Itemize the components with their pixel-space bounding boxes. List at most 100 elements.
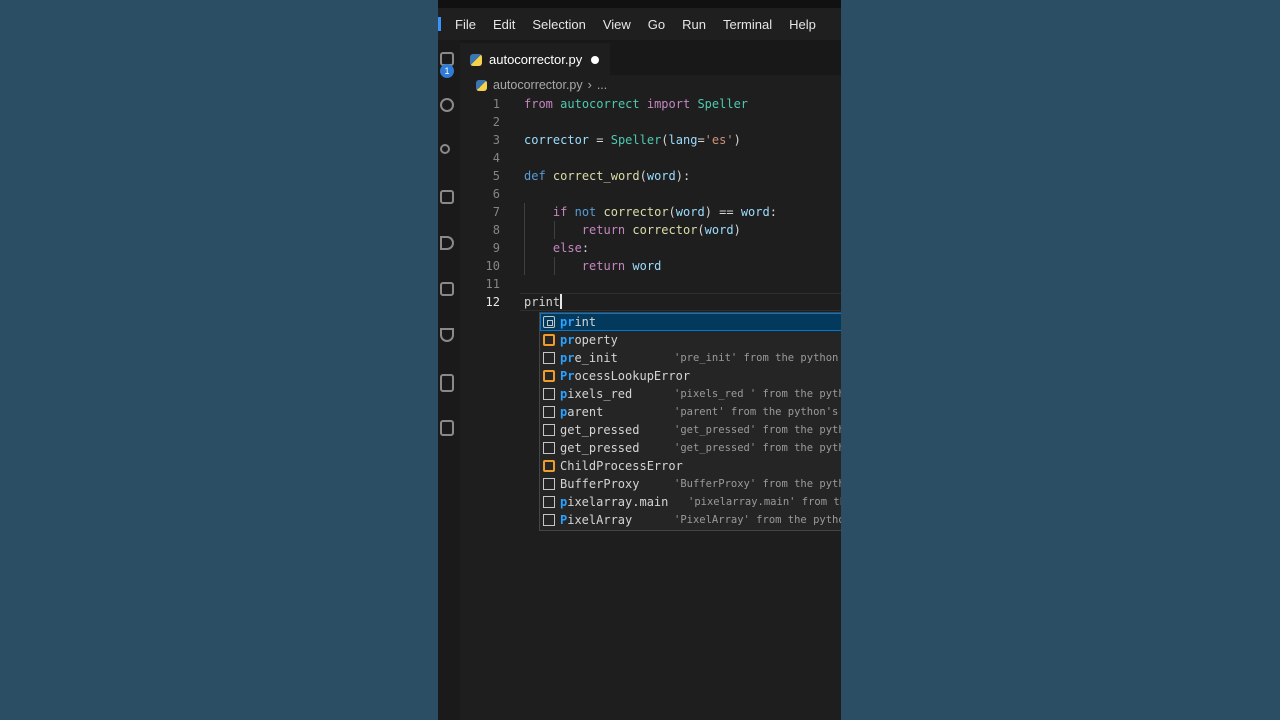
code-text: if not corrector(word) == word: bbox=[552, 205, 777, 219]
code-line[interactable]: 12 print bbox=[460, 293, 841, 311]
autocomplete-suggestions: print property pre_init 'pre_init' from the… bbox=[539, 312, 841, 531]
suggestion-item[interactable]: BufferProxy 'BufferProxy' from the pytho bbox=[540, 475, 841, 493]
suggestion-item[interactable]: get_pressed 'get_pressed' from the pytho bbox=[540, 439, 841, 457]
suggestion-detail: 'get_pressed' from the pytho bbox=[674, 424, 841, 436]
code-line[interactable]: 3 corrector = Speller(lang='es') bbox=[460, 131, 841, 149]
suggestion-label: pre_init bbox=[560, 351, 618, 365]
menu-file[interactable]: File bbox=[455, 17, 476, 32]
python-file-icon bbox=[476, 79, 487, 91]
suggestion-label: pixels_red bbox=[560, 387, 633, 401]
menu-edit[interactable]: Edit bbox=[493, 17, 515, 32]
menu-go[interactable]: Go bbox=[648, 17, 665, 32]
menu-terminal[interactable]: Terminal bbox=[723, 17, 772, 32]
suggestion-label: get_pressed bbox=[560, 423, 640, 437]
class-icon bbox=[543, 460, 555, 472]
line-number: 1 bbox=[492, 97, 500, 111]
suggestion-label: PixelArray bbox=[560, 513, 633, 527]
suggestion-item[interactable]: parent 'parent' from the python's bbox=[540, 403, 841, 421]
tab-bar: autocorrector.py bbox=[460, 40, 841, 75]
suggestion-item[interactable]: ProcessLookupError bbox=[540, 367, 841, 385]
line-number: 3 bbox=[492, 133, 500, 147]
menu-selection[interactable]: Selection bbox=[532, 17, 585, 32]
suggestion-item[interactable]: print bbox=[540, 313, 841, 331]
code-text: return corrector(word) bbox=[581, 223, 741, 237]
suggestion-label: ProcessLookupError bbox=[560, 369, 691, 383]
code-line[interactable]: 7 if not corrector(word) == word: bbox=[460, 203, 841, 221]
remote-explorer-icon[interactable] bbox=[440, 282, 454, 296]
code-text: return word bbox=[581, 259, 662, 273]
line-number: 4 bbox=[492, 151, 500, 165]
code-line[interactable]: 9 else: bbox=[460, 239, 841, 257]
extensions-icon[interactable] bbox=[440, 190, 454, 204]
suggestion-label: ChildProcessError bbox=[560, 459, 683, 473]
run-debug-icon[interactable] bbox=[440, 236, 454, 250]
line-number: 11 bbox=[485, 277, 500, 291]
code-text: print bbox=[524, 294, 563, 309]
text-icon bbox=[543, 388, 555, 400]
code-line[interactable]: 1 from autocorrect import Speller bbox=[460, 95, 841, 113]
code-text: corrector = Speller(lang='es') bbox=[524, 133, 741, 147]
activity-bar: 1 bbox=[438, 40, 460, 720]
suggestion-item[interactable]: pre_init 'pre_init' from the python's bbox=[540, 349, 841, 367]
breadcrumb: autocorrector.py › ... bbox=[476, 75, 607, 95]
text-icon bbox=[543, 406, 555, 418]
breadcrumb-file[interactable]: autocorrector.py bbox=[493, 78, 583, 92]
text-icon bbox=[543, 424, 555, 436]
source-control-icon[interactable] bbox=[440, 144, 450, 154]
text-icon bbox=[543, 496, 555, 508]
breadcrumb-symbols[interactable]: ... bbox=[597, 78, 607, 92]
suggestion-label: property bbox=[560, 333, 618, 347]
suggestion-detail: 'pixelarray.main' from th bbox=[688, 496, 841, 508]
line-number: 5 bbox=[492, 169, 500, 183]
python-file-icon bbox=[470, 53, 482, 66]
suggestion-label: get_pressed bbox=[560, 441, 640, 455]
tab-autocorrector[interactable]: autocorrector.py bbox=[460, 43, 610, 75]
menu-view[interactable]: View bbox=[603, 17, 631, 32]
suggestion-item[interactable]: ChildProcessError bbox=[540, 457, 841, 475]
suggestion-item[interactable]: property bbox=[540, 331, 841, 349]
menu-run[interactable]: Run bbox=[682, 17, 706, 32]
code-line[interactable]: 5 def correct_word(word): bbox=[460, 167, 841, 185]
suggestion-detail: 'pre_init' from the python's bbox=[674, 352, 841, 364]
unsaved-dot-icon[interactable] bbox=[591, 55, 600, 64]
code-line[interactable]: 8 return corrector(word) bbox=[460, 221, 841, 239]
suggestion-label: BufferProxy bbox=[560, 477, 640, 491]
database-icon[interactable] bbox=[440, 420, 454, 436]
code-line[interactable]: 11 bbox=[460, 275, 841, 293]
code-line[interactable]: 6 bbox=[460, 185, 841, 203]
suggestion-item[interactable]: pixels_red 'pixels_red ' from the pytho bbox=[540, 385, 841, 403]
suggestion-detail: 'PixelArray' from the pytho bbox=[674, 514, 841, 526]
code-line[interactable]: 2 bbox=[460, 113, 841, 131]
line-number: 2 bbox=[492, 115, 500, 129]
line-number: 10 bbox=[485, 259, 500, 273]
notebook-icon[interactable] bbox=[440, 374, 454, 392]
suggestion-detail: 'parent' from the python's bbox=[674, 406, 839, 418]
class-icon bbox=[543, 334, 555, 346]
explorer-badge: 1 bbox=[440, 64, 454, 78]
class-icon bbox=[543, 370, 555, 382]
suggestion-detail: 'pixels_red ' from the pytho bbox=[674, 388, 841, 400]
suggestion-label: print bbox=[560, 315, 597, 329]
text-icon bbox=[543, 514, 555, 526]
suggestion-item[interactable]: pixelarray.main 'pixelarray.main' from th bbox=[540, 493, 841, 511]
line-number: 6 bbox=[492, 187, 500, 201]
suggestion-item[interactable]: get_pressed 'get_pressed' from the pytho bbox=[540, 421, 841, 439]
suggestion-detail: 'BufferProxy' from the pytho bbox=[674, 478, 841, 490]
line-number: 8 bbox=[492, 223, 500, 237]
title-strip bbox=[438, 0, 841, 8]
code-line[interactable]: 4 bbox=[460, 149, 841, 167]
menu-accent bbox=[438, 17, 441, 31]
suggestion-label: pixelarray.main bbox=[560, 495, 669, 509]
code-line[interactable]: 10 return word bbox=[460, 257, 841, 275]
suggestion-detail: 'get_pressed' from the pytho bbox=[674, 442, 841, 454]
text-icon bbox=[543, 352, 555, 364]
search-icon[interactable] bbox=[440, 98, 454, 112]
menu-help[interactable]: Help bbox=[789, 17, 816, 32]
line-number: 9 bbox=[492, 241, 500, 255]
text-icon bbox=[543, 478, 555, 490]
breadcrumb-separator: › bbox=[587, 78, 592, 92]
suggestion-label: parent bbox=[560, 405, 604, 419]
background-left bbox=[0, 0, 438, 720]
suggestion-item[interactable]: PixelArray 'PixelArray' from the pytho bbox=[540, 511, 841, 529]
testing-icon[interactable] bbox=[440, 328, 454, 342]
